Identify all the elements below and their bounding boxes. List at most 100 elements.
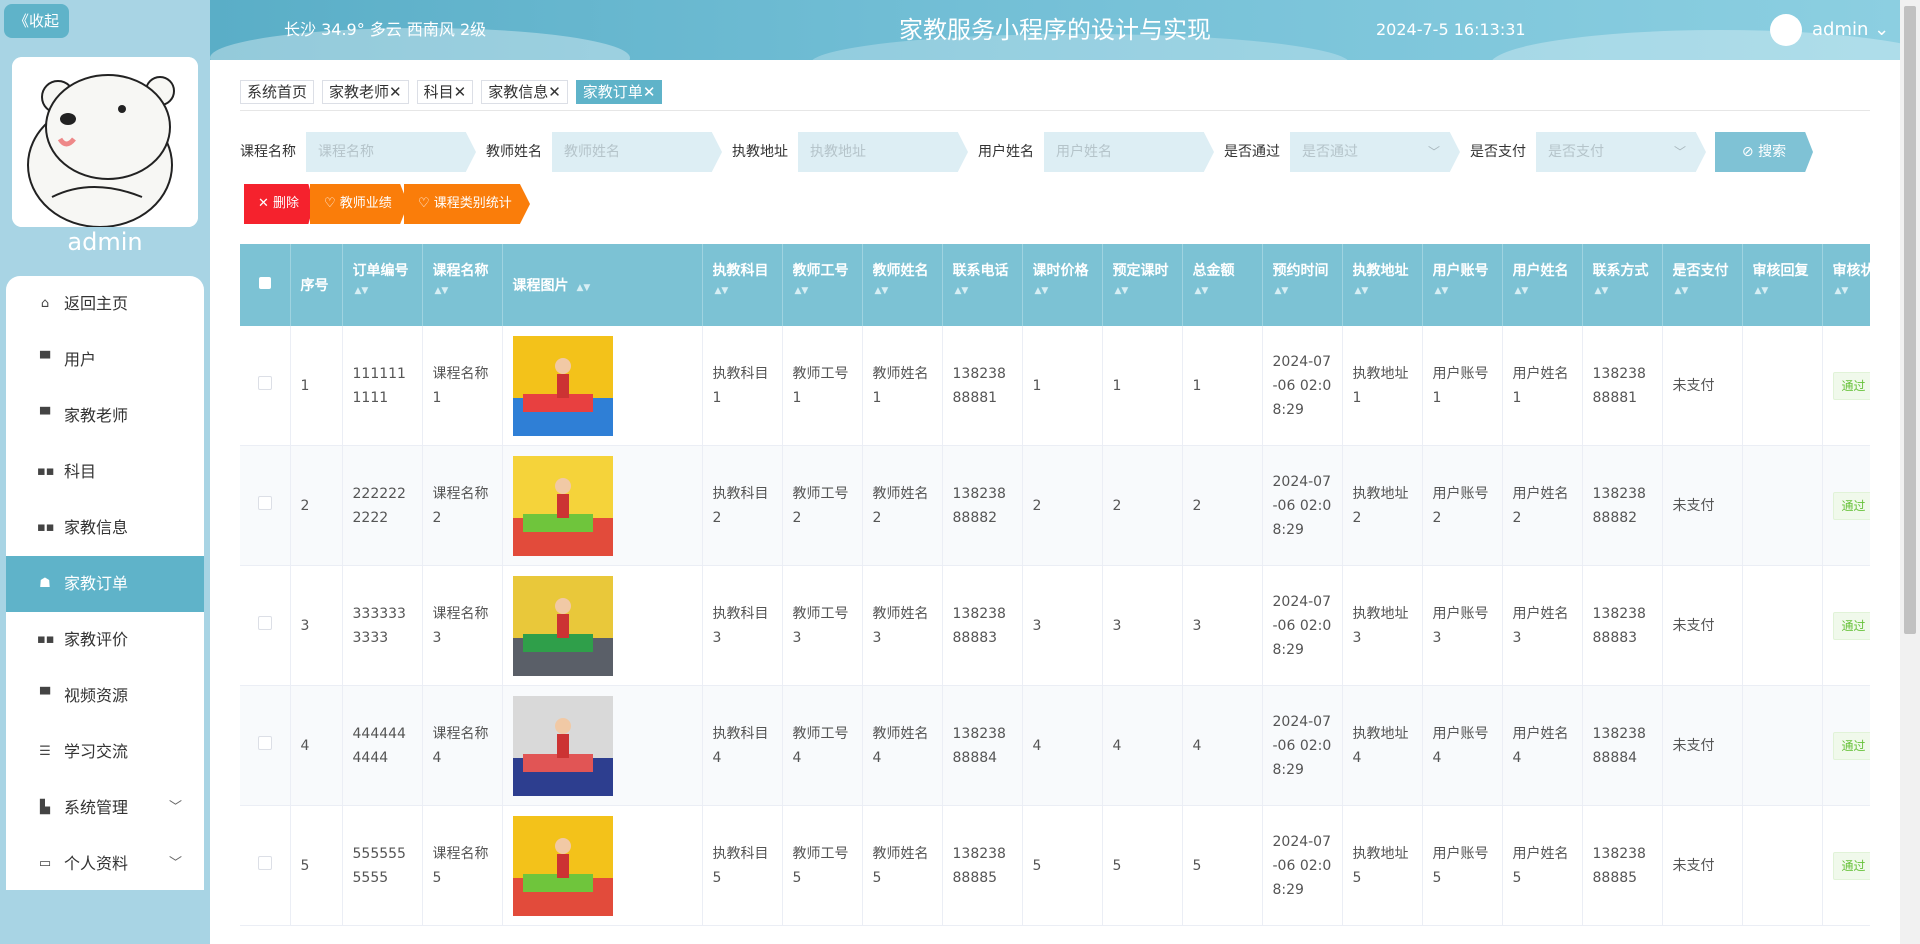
user-menu-label: admin ⌄ [1812, 19, 1890, 40]
sidebar-item-forum[interactable]: ☰ 学习交流 [6, 724, 204, 780]
sort-icon[interactable]: ▲▼ [1833, 286, 1871, 296]
select-all-checkbox[interactable] [258, 277, 271, 289]
row-checkbox[interactable] [257, 735, 272, 750]
col-header[interactable]: 总金额 ▲▼ [1182, 244, 1263, 326]
col-header[interactable]: 教师姓名 ▲▼ [862, 244, 943, 326]
row-checkbox[interactable] [257, 375, 272, 390]
status-cell: 通过 [1822, 685, 1870, 806]
col-header[interactable]: 教师工号 ▲▼ [782, 244, 863, 326]
search-button[interactable]: ⊘ 搜索 [1715, 132, 1813, 172]
orders-table-wrapper: 序号 订单编号 ▲▼ 课程名称 ▲▼ 课程图片 ▲▼ 执教科目 ▲▼ 教师工号 ▲▼ 教师… [240, 244, 1870, 944]
home-icon: ⌂ [40, 296, 50, 311]
table-cell-reply [1742, 685, 1823, 806]
tab-tutor-info[interactable]: 家教信息✕ [481, 80, 568, 104]
table-row[interactable]: 5 5555555555 课程名称5 执教科目5 教师工号5 教师姓名5 138238888… [240, 805, 1870, 926]
col-header[interactable]: 课程图片 ▲▼ [502, 244, 703, 326]
sort-icon[interactable]: ▲▼ [353, 286, 412, 296]
sort-icon[interactable]: ▲▼ [1513, 286, 1572, 296]
scrollbar-thumb[interactable] [1904, 6, 1916, 634]
chart-icon: ▙ [40, 800, 50, 815]
course-category-stats-button[interactable]: ♡ 课程类别统计 [404, 184, 530, 224]
sort-icon[interactable]: ▲▼ [953, 286, 1012, 296]
col-header[interactable]: 联系电话 ▲▼ [942, 244, 1023, 326]
sort-icon[interactable]: ▲▼ [1193, 286, 1252, 296]
teacher-icon: ▀ [40, 408, 50, 423]
table-row[interactable]: 2 2222222222 课程名称2 执教科目2 教师工号2 教师姓名2 138238888… [240, 445, 1870, 566]
close-icon[interactable]: ✕ [548, 83, 561, 101]
collapse-button[interactable]: 《收起 [4, 4, 70, 38]
sort-icon[interactable]: ▲▼ [433, 286, 492, 296]
close-icon[interactable]: ✕ [389, 83, 402, 101]
close-icon[interactable]: ✕ [643, 83, 656, 101]
col-header[interactable]: 序号 [290, 244, 343, 326]
teacher-name-input[interactable]: 教师姓名 [552, 132, 722, 172]
table-cell-course: 课程名称5 [422, 805, 503, 926]
grid-icon: ▪▪ [37, 520, 55, 535]
row-checkbox[interactable] [257, 495, 272, 510]
user-name-input[interactable]: 用户姓名 [1044, 132, 1214, 172]
tab-teacher[interactable]: 家教老师✕ [322, 80, 409, 104]
sidebar-item-video[interactable]: ▀ 视频资源 [6, 668, 204, 724]
sidebar-item-home[interactable]: ⌂ 返回主页 [6, 276, 204, 332]
col-header[interactable]: 课程名称 ▲▼ [422, 244, 503, 326]
sidebar-item-system[interactable]: ▙ 系统管理 ﹀ [6, 780, 204, 836]
sort-icon[interactable]: ▲▼ [1113, 286, 1172, 296]
course-image[interactable] [512, 455, 613, 556]
course-image[interactable] [512, 815, 613, 916]
col-header[interactable]: 订单编号 ▲▼ [342, 244, 423, 326]
table-cell-idx: 3 [290, 565, 343, 686]
sort-icon[interactable]: ▲▼ [1753, 286, 1812, 296]
sidebar-item-subject[interactable]: ▪▪ 科目 [6, 444, 204, 500]
col-header-label: 联系方式 [1592, 263, 1649, 279]
col-header[interactable]: 课时价格 ▲▼ [1022, 244, 1103, 326]
paid-select[interactable]: 是否支付 ﹀ [1536, 132, 1706, 172]
col-header[interactable]: 用户账号 ▲▼ [1422, 244, 1503, 326]
sidebar-item-user[interactable]: ▀ 用户 [6, 332, 204, 388]
sort-icon[interactable]: ▲▼ [1593, 286, 1652, 296]
sidebar-item-label: 个人资料 [64, 854, 129, 873]
row-checkbox[interactable] [257, 615, 272, 630]
col-header[interactable]: 审核回复 ▲▼ [1742, 244, 1823, 326]
sort-icon[interactable]: ▲▼ [575, 283, 591, 293]
table-row[interactable]: 3 3333333333 课程名称3 执教科目3 教师工号3 教师姓名3 138238888… [240, 565, 1870, 686]
tab-tutor-order[interactable]: 家教订单✕ [575, 80, 663, 104]
col-header[interactable]: 执教地址 ▲▼ [1342, 244, 1423, 326]
tab-subject[interactable]: 科目✕ [416, 80, 474, 104]
sort-icon[interactable]: ▲▼ [873, 286, 932, 296]
sort-icon[interactable]: ▲▼ [793, 286, 852, 296]
col-header[interactable]: 预约时间 ▲▼ [1262, 244, 1343, 326]
col-header[interactable]: 是否支付 ▲▼ [1662, 244, 1743, 326]
sort-icon[interactable]: ▲▼ [1033, 286, 1092, 296]
course-image[interactable] [512, 695, 613, 796]
col-header[interactable]: 审核状态 ▲▼ [1822, 244, 1870, 326]
sidebar-item-tutor-order[interactable]: ☗ 家教订单 [6, 556, 204, 612]
sidebar-item-profile[interactable]: ▭ 个人资料 ﹀ [6, 836, 204, 892]
sort-icon[interactable]: ▲▼ [1673, 286, 1732, 296]
address-input[interactable]: 执教地址 [798, 132, 968, 172]
col-header[interactable]: 执教科目 ▲▼ [702, 244, 783, 326]
table-row[interactable]: 1 1111111111 课程名称1 执教科目1 教师工号1 教师姓名1 138238888… [240, 326, 1870, 446]
table-row[interactable]: 4 4444444444 课程名称4 执教科目4 教师工号4 教师姓名4 138238888… [240, 685, 1870, 806]
tab-home[interactable]: 系统首页 [240, 80, 315, 104]
row-checkbox[interactable] [257, 855, 272, 870]
sort-icon[interactable]: ▲▼ [1273, 286, 1332, 296]
teacher-performance-button[interactable]: ♡ 教师业绩 [310, 184, 408, 224]
sort-icon[interactable]: ▲▼ [713, 286, 772, 296]
col-header[interactable]: 预定课时 ▲▼ [1102, 244, 1183, 326]
col-header[interactable]: 用户姓名 ▲▼ [1502, 244, 1583, 326]
close-icon[interactable]: ✕ [454, 83, 467, 101]
delete-button[interactable]: ✕ 删除 [244, 184, 314, 224]
course-image[interactable] [512, 575, 613, 676]
sort-icon[interactable]: ▲▼ [1353, 286, 1412, 296]
sidebar-item-teacher[interactable]: ▀ 家教老师 [6, 388, 204, 444]
sort-icon[interactable]: ▲▼ [1433, 286, 1492, 296]
col-header[interactable]: 联系方式 ▲▼ [1582, 244, 1663, 326]
course-image[interactable] [512, 335, 613, 436]
vertical-scrollbar[interactable] [1900, 0, 1920, 944]
sidebar-item-tutor-review[interactable]: ▪▪ 家教评价 [6, 612, 204, 668]
course-name-input[interactable]: 课程名称 [306, 132, 476, 172]
sidebar-item-tutor-info[interactable]: ▪▪ 家教信息 [6, 500, 204, 556]
tab-label: 科目 [423, 83, 454, 101]
sidebar-item-label: 家教信息 [64, 518, 129, 537]
passed-select[interactable]: 是否通过 ﹀ [1290, 132, 1460, 172]
